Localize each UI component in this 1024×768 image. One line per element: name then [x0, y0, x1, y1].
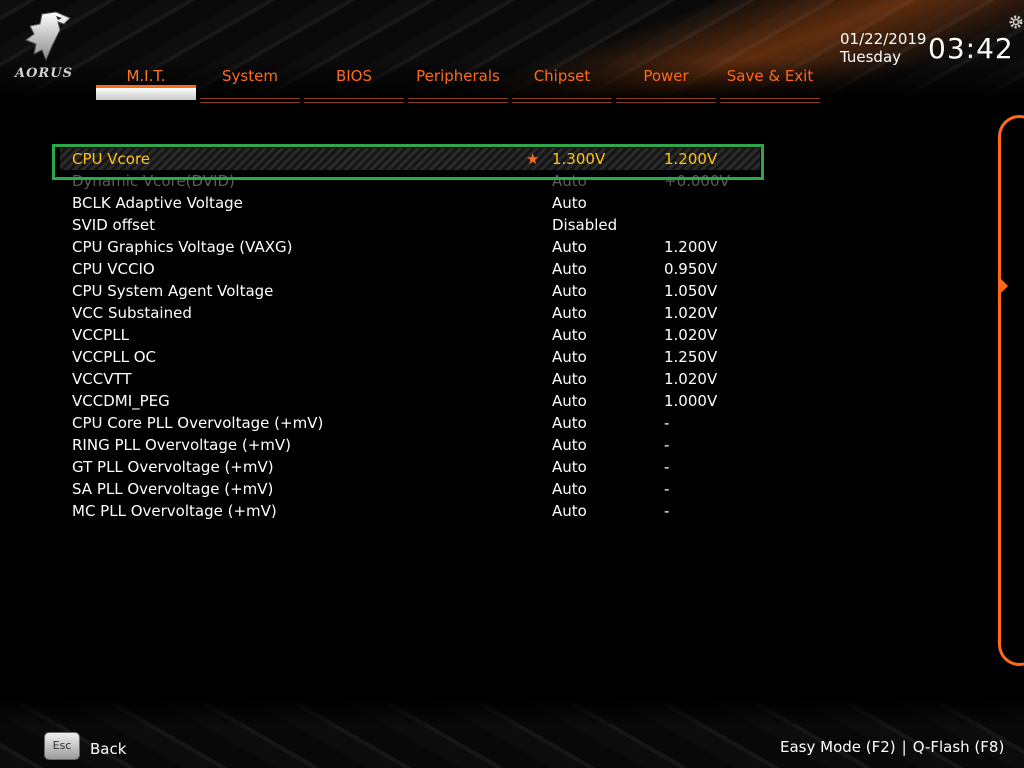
setting-row-vccio[interactable]: CPU VCCIO Auto 0.950V — [60, 258, 760, 280]
setting-label: BCLK Adaptive Voltage — [72, 194, 243, 212]
setting-value[interactable]: Auto — [552, 258, 587, 280]
setting-value[interactable]: Auto — [552, 346, 587, 368]
logo-text: AORUS — [15, 66, 73, 81]
setting-label: GT PLL Overvoltage (+mV) — [72, 458, 274, 476]
eagle-icon — [24, 11, 71, 62]
tab-system[interactable]: System — [200, 62, 300, 103]
setting-current: - — [664, 458, 670, 476]
setting-value[interactable]: Auto — [552, 390, 587, 412]
setting-current: 1.200V — [664, 238, 718, 256]
qflash-link[interactable]: Q-Flash (F8) — [913, 738, 1005, 756]
setting-label: VCCPLL — [72, 326, 129, 344]
setting-value[interactable]: Auto — [552, 236, 587, 258]
esc-key-icon[interactable]: Esc — [44, 732, 80, 760]
setting-current: 1.250V — [664, 348, 718, 366]
setting-row-cpu-core-pll[interactable]: CPU Core PLL Overvoltage (+mV) Auto - — [60, 412, 760, 434]
setting-label: CPU VCCIO — [72, 260, 155, 278]
setting-current: 1.020V — [664, 370, 718, 388]
setting-label: VCC Substained — [72, 304, 192, 322]
setting-current: 1.050V — [664, 282, 718, 300]
setting-row-vccvtt[interactable]: VCCVTT Auto 1.020V — [60, 368, 760, 390]
footer-background — [0, 698, 1024, 768]
tab-power[interactable]: Power — [616, 62, 716, 103]
setting-value[interactable]: Auto — [552, 434, 587, 456]
setting-label: VCCPLL OC — [72, 348, 157, 366]
clock-text: 03:42 — [928, 32, 1014, 65]
setting-label: MC PLL Overvoltage (+mV) — [72, 502, 277, 520]
setting-row-vcc-substained[interactable]: VCC Substained Auto 1.020V — [60, 302, 760, 324]
setting-row-mc-pll[interactable]: MC PLL Overvoltage (+mV) Auto - — [60, 500, 760, 522]
setting-value[interactable]: Auto — [552, 302, 587, 324]
chevron-right-icon — [1000, 278, 1008, 294]
setting-label: SA PLL Overvoltage (+mV) — [72, 480, 274, 498]
setting-value[interactable]: Disabled — [552, 214, 617, 236]
setting-label: RING PLL Overvoltage (+mV) — [72, 436, 292, 454]
date-text: 01/22/2019 — [840, 30, 927, 48]
setting-current: - — [664, 480, 670, 498]
setting-label: SVID offset — [72, 216, 155, 234]
setting-row-vccpll[interactable]: VCCPLL Auto 1.020V — [60, 324, 760, 346]
setting-label: CPU Core PLL Overvoltage (+mV) — [72, 414, 324, 432]
setting-row-vccpll-oc[interactable]: VCCPLL OC Auto 1.250V — [60, 346, 760, 368]
gear-icon[interactable] — [1008, 14, 1024, 30]
setting-row-bclk-adaptive[interactable]: BCLK Adaptive Voltage Auto — [60, 192, 760, 214]
setting-current: 1.020V — [664, 326, 718, 344]
date-display: 01/22/2019 Tuesday — [840, 30, 926, 66]
setting-value[interactable]: Auto — [552, 324, 587, 346]
setting-current: 1.000V — [664, 392, 718, 410]
day-text: Tuesday — [840, 48, 902, 66]
tab-mit[interactable]: M.I.T. — [96, 62, 196, 100]
setting-row-vccdmi-peg[interactable]: VCCDMI_PEG Auto 1.000V — [60, 390, 760, 412]
setting-row-system-agent[interactable]: CPU System Agent Voltage Auto 1.050V — [60, 280, 760, 302]
side-panel-handle[interactable] — [998, 115, 1024, 666]
tab-bios[interactable]: BIOS — [304, 62, 404, 103]
easy-mode-link[interactable]: Easy Mode (F2) — [780, 738, 896, 756]
setting-value[interactable]: Auto — [552, 368, 587, 390]
tab-peripherals[interactable]: Peripherals — [408, 62, 508, 103]
setting-label: VCCVTT — [72, 370, 132, 388]
setting-value[interactable]: Auto — [552, 456, 587, 478]
setting-row-svid-offset[interactable]: SVID offset Disabled — [60, 214, 760, 236]
aorus-logo: AORUS — [12, 10, 76, 81]
setting-label: CPU Graphics Voltage (VAXG) — [72, 238, 293, 256]
setting-value[interactable]: Auto — [552, 412, 587, 434]
setting-current: - — [664, 436, 670, 454]
tab-chipset[interactable]: Chipset — [512, 62, 612, 103]
voltage-settings-list: CPU Vcore ★ 1.300V 1.200V Dynamic Vcore(… — [60, 148, 760, 522]
setting-current: - — [664, 414, 670, 432]
setting-value[interactable]: Auto — [552, 500, 587, 522]
setting-value[interactable]: Auto — [552, 280, 587, 302]
setting-label: VCCDMI_PEG — [72, 392, 170, 410]
setting-value[interactable]: Auto — [552, 192, 587, 214]
setting-row-gt-pll[interactable]: GT PLL Overvoltage (+mV) Auto - — [60, 456, 760, 478]
setting-label: CPU System Agent Voltage — [72, 282, 274, 300]
setting-row-ring-pll[interactable]: RING PLL Overvoltage (+mV) Auto - — [60, 434, 760, 456]
back-label[interactable]: Back — [90, 740, 126, 758]
footer-separator: | — [901, 738, 907, 756]
setting-current: - — [664, 502, 670, 520]
setting-current: 1.020V — [664, 304, 718, 322]
setting-current: 0.950V — [664, 260, 718, 278]
setting-value[interactable]: Auto — [552, 478, 587, 500]
tab-save-exit[interactable]: Save & Exit — [720, 62, 820, 103]
setting-row-sa-pll[interactable]: SA PLL Overvoltage (+mV) Auto - — [60, 478, 760, 500]
footer-shortcuts: Easy Mode (F2) | Q-Flash (F8) — [780, 738, 1004, 756]
setting-row-vaxg[interactable]: CPU Graphics Voltage (VAXG) Auto 1.200V — [60, 236, 760, 258]
selection-highlight-box — [52, 144, 764, 180]
